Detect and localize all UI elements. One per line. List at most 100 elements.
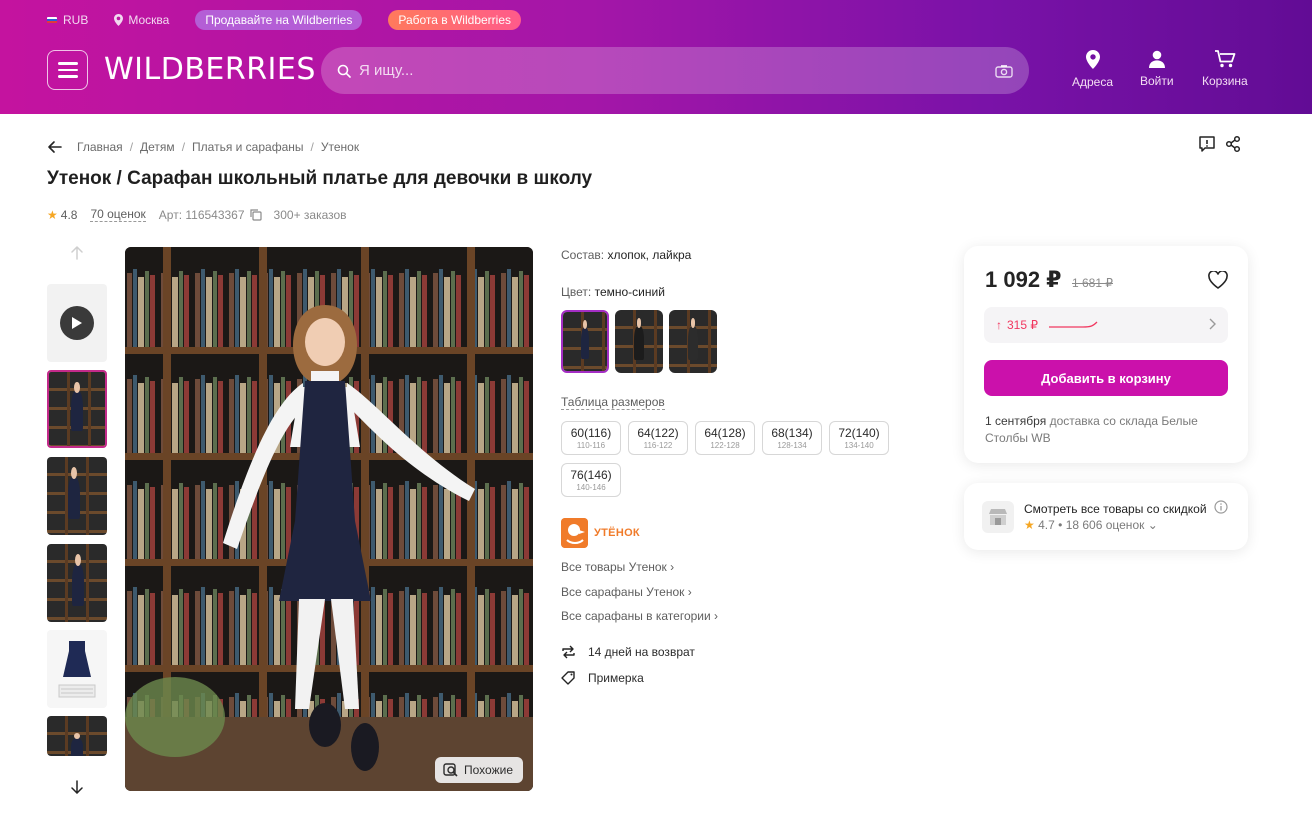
discount-shop-card[interactable]: Смотреть все товары со скидкой ★ 4.7 • 1…	[964, 483, 1248, 550]
thumbnails-down-button[interactable]	[67, 777, 87, 797]
shop-rating-value: 4.7	[1038, 518, 1055, 532]
girl-figure	[71, 381, 83, 432]
product-meta: ★ 4.8 70 оценок Арт: 116543367 300+ зака…	[47, 207, 347, 222]
login-button[interactable]: Войти	[1140, 50, 1174, 88]
thumbnail-photo	[47, 457, 107, 535]
duckling-logo-icon	[561, 518, 588, 548]
size-option[interactable]: 68(134) 128-134	[762, 421, 822, 455]
size-label: 64(122)	[637, 426, 679, 440]
color-option[interactable]	[615, 310, 663, 373]
thumbnails-up-button[interactable]	[67, 243, 87, 263]
currency-selector[interactable]: RUB	[47, 13, 88, 27]
fitting-label: Примерка	[588, 671, 644, 685]
color-option[interactable]	[561, 310, 609, 373]
price-history-button[interactable]: ↑ 315 ₽	[984, 307, 1228, 343]
size-option[interactable]: 64(128) 122-128	[695, 421, 755, 455]
size-option[interactable]: 72(140) 134-140	[829, 421, 889, 455]
image-thumbnail[interactable]	[47, 716, 107, 756]
burger-line	[57, 68, 78, 72]
breadcrumb-separator: /	[310, 140, 314, 154]
all-category-sundresses-link[interactable]: Все сарафаны в категории ›	[561, 609, 718, 623]
burger-line	[57, 62, 78, 65]
wildberries-logo[interactable]: WILDBERRIES	[104, 50, 316, 90]
size-height: 116-122	[643, 441, 673, 450]
star-icon: ★	[1024, 518, 1035, 532]
brand-name: УТЁНОК	[594, 527, 640, 539]
size-option[interactable]: 64(122) 116-122	[628, 421, 688, 455]
product-tools	[1198, 135, 1242, 153]
thumbnail-photo	[47, 544, 107, 622]
color-photo	[669, 310, 717, 373]
product-photo	[58, 641, 96, 698]
menu-button[interactable]	[47, 50, 88, 90]
image-thumbnail[interactable]	[47, 630, 107, 708]
size-height: 122-128	[710, 441, 740, 450]
search-input[interactable]	[359, 62, 987, 79]
all-brand-products-link[interactable]: Все товары Утенок ›	[561, 560, 674, 574]
city-selector[interactable]: Москва	[114, 13, 169, 27]
camera-icon[interactable]	[995, 64, 1013, 78]
image-thumbnail[interactable]	[47, 544, 107, 622]
breadcrumb-link[interactable]: Платья и сарафаны	[192, 140, 303, 154]
back-arrow-icon[interactable]	[47, 139, 63, 155]
image-thumbnail[interactable]	[47, 370, 107, 448]
brand-logo[interactable]: УТЁНОК	[561, 518, 640, 548]
breadcrumb-link[interactable]: Утенок	[321, 140, 359, 154]
breadcrumb: Главная / Детям / Платья и сарафаны / Ут…	[47, 139, 359, 155]
breadcrumb-separator: /	[129, 140, 134, 154]
size-height: 140-146	[576, 483, 606, 492]
breadcrumb-link[interactable]: Детям	[140, 140, 175, 154]
delivery-date: 1 сентября	[985, 414, 1047, 428]
size-table-link[interactable]: Таблица размеров	[561, 395, 665, 410]
main-product-image[interactable]: Похожие	[125, 247, 533, 791]
chevron-right-icon: ›	[670, 560, 675, 574]
color-option[interactable]	[669, 310, 717, 373]
report-icon[interactable]	[1198, 135, 1216, 153]
size-option[interactable]: 76(146) 140-146	[561, 463, 621, 497]
reviews-link[interactable]: 70 оценок	[90, 207, 146, 222]
addresses-button[interactable]: Адреса	[1072, 50, 1113, 89]
current-price: 1 092 ₽	[985, 267, 1062, 292]
price-card: 1 092 ₽ 1 681 ₽ ↑ 315 ₽ Добавить в корзи…	[964, 246, 1248, 463]
link-label: Все сарафаны Утенок	[561, 585, 685, 599]
chevron-right-icon: ›	[714, 609, 719, 623]
size-height: 110-116	[576, 441, 606, 450]
search-bar[interactable]	[321, 47, 1029, 94]
shop-title: Смотреть все товары со скидкой	[1024, 502, 1207, 516]
sell-on-wildberries-link[interactable]: Продавайте на Wildberries	[195, 10, 363, 30]
heart-icon[interactable]	[1208, 271, 1228, 289]
all-brand-sundresses-link[interactable]: Все сарафаны Утенок ›	[561, 585, 692, 599]
rating-value: 4.8	[60, 207, 78, 222]
share-icon[interactable]	[1224, 135, 1242, 153]
composition: Состав: хлопок, лайкра	[561, 248, 691, 262]
star-icon: ★	[47, 207, 58, 222]
work-at-wildberries-link[interactable]: Работа в Wildberries	[388, 10, 521, 30]
breadcrumb-separator: /	[181, 140, 186, 154]
info-icon[interactable]	[1214, 500, 1228, 514]
old-price: 1 681 ₽	[1072, 276, 1113, 290]
add-to-cart-button[interactable]: Добавить в корзину	[984, 360, 1228, 396]
color: Цвет: темно-синий	[561, 285, 665, 299]
girl-figure	[71, 733, 83, 756]
image-thumbnail[interactable]	[47, 457, 107, 535]
copy-icon[interactable]	[249, 208, 262, 221]
girl-figure	[68, 467, 80, 520]
cart-button[interactable]: Корзина	[1202, 50, 1248, 88]
video-thumbnail[interactable]	[47, 284, 107, 362]
cart-label: Корзина	[1202, 74, 1248, 88]
chevron-right-icon: ›	[687, 585, 692, 599]
burger-line	[57, 75, 78, 78]
return-label: 14 дней на возврат	[588, 645, 695, 659]
size-label: 76(146)	[570, 468, 612, 482]
price-change: 315 ₽	[1007, 318, 1038, 332]
girl-figure	[580, 319, 590, 360]
similar-products-button[interactable]: Похожие	[435, 757, 523, 783]
tag-icon	[561, 671, 575, 685]
arrow-up-icon: ↑	[996, 318, 1002, 332]
delivery-info: 1 сентября доставка со склада Белые Стол…	[985, 413, 1215, 447]
size-option[interactable]: 60(116) 110-116	[561, 421, 621, 455]
breadcrumb-link[interactable]: Главная	[77, 140, 123, 154]
color-photo	[563, 312, 607, 371]
size-label: 68(134)	[771, 426, 813, 440]
return-policy: 14 дней на возврат	[561, 645, 695, 659]
